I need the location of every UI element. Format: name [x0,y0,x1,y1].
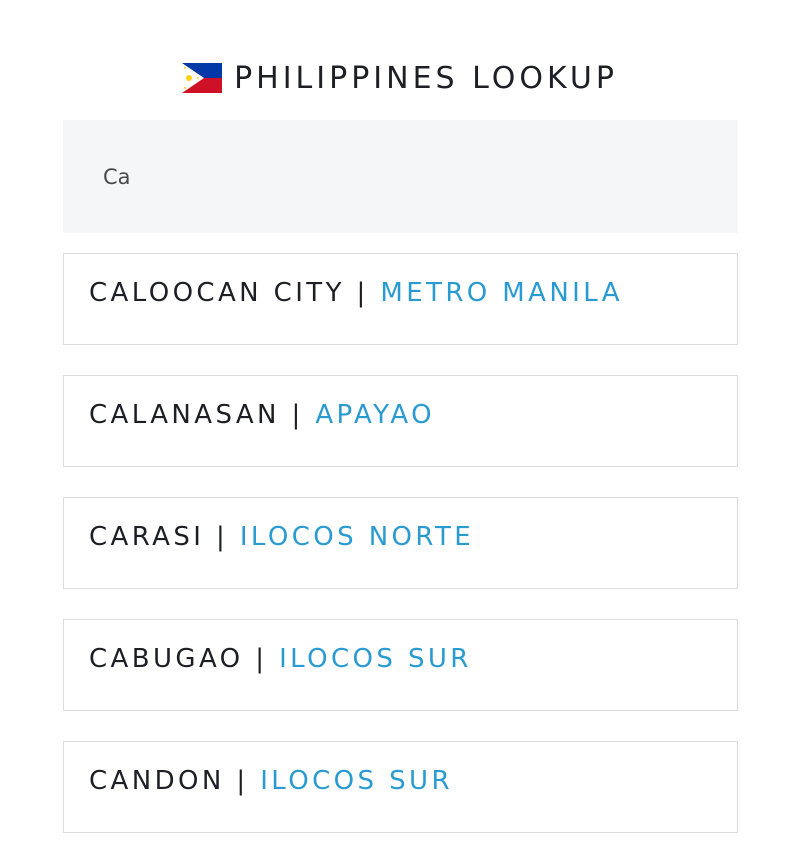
result-city: CARASI [89,522,205,552]
result-separator: | [215,522,240,552]
result-city: CALOOCAN CITY [89,278,345,308]
results-list: CALOOCAN CITY | METRO MANILA CALANASAN |… [63,253,738,863]
result-separator: | [291,400,316,430]
philippines-flag-icon [182,63,223,93]
result-province: ILOCOS SUR [279,644,472,674]
result-item[interactable]: CABUGAO | ILOCOS SUR [63,619,738,711]
result-province: ILOCOS SUR [260,766,453,796]
page-header: PHILIPPINES LOOKUP [0,56,800,100]
result-item[interactable]: CANDON | ILOCOS SUR [63,741,738,833]
result-city: CABUGAO [89,644,244,674]
result-city: CALANASAN [89,400,280,430]
result-province: ILOCOS NORTE [239,522,475,552]
result-separator: | [255,644,280,674]
result-separator: | [236,766,261,796]
result-item[interactable]: CARASI | ILOCOS NORTE [63,497,738,589]
search-input[interactable] [63,120,738,233]
result-province: METRO MANILA [380,278,623,308]
result-city: CANDON [89,766,225,796]
result-item[interactable]: CALOOCAN CITY | METRO MANILA [63,253,738,345]
result-item[interactable]: CALANASAN | APAYAO [63,375,738,467]
result-separator: | [356,278,381,308]
page-title: PHILIPPINES LOOKUP [234,60,618,96]
result-province: APAYAO [315,400,436,430]
